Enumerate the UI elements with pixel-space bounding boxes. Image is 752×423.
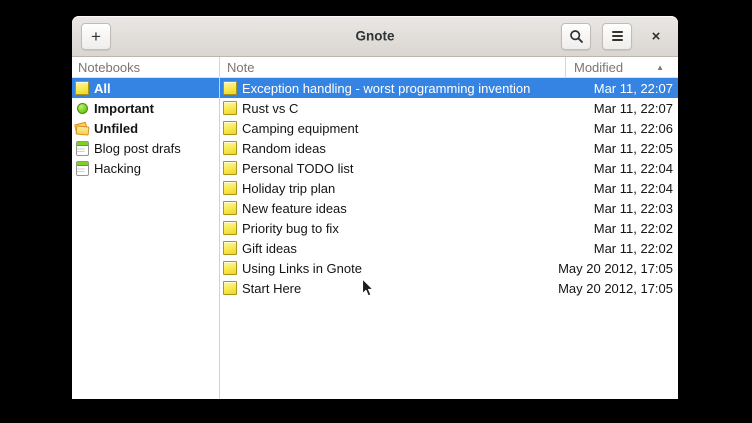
note-icon xyxy=(223,121,237,135)
notebook-label: Hacking xyxy=(94,161,141,176)
note-title: Exception handling - worst programming i… xyxy=(242,81,530,96)
notebook-row[interactable]: Hacking xyxy=(72,158,219,178)
notebook-label: All xyxy=(94,81,111,96)
note-icon xyxy=(223,241,237,255)
desktop: { "titlebar": { "title": "Gnote", "new_n… xyxy=(0,0,752,423)
notebook-label: Important xyxy=(94,101,154,116)
note-title: Using Links in Gnote xyxy=(242,261,362,276)
column-header-modified[interactable]: Modified ▲ xyxy=(565,57,678,77)
close-button[interactable]: × xyxy=(643,23,669,49)
note-title: New feature ideas xyxy=(242,201,347,216)
note-title: Rust vs C xyxy=(242,101,298,116)
plus-icon: + xyxy=(91,28,101,45)
note-title: Gift ideas xyxy=(242,241,297,256)
hamburger-menu-icon xyxy=(612,31,623,41)
note-title: Camping equipment xyxy=(242,121,358,136)
note-icon xyxy=(223,81,237,95)
note-title: Holiday trip plan xyxy=(242,181,335,196)
note-row[interactable]: New feature ideas Mar 11, 22:03 xyxy=(220,198,678,218)
note-row[interactable]: Personal TODO list Mar 11, 22:04 xyxy=(220,158,678,178)
important-dot-icon xyxy=(75,101,89,115)
note-icon xyxy=(75,81,89,95)
note-icon xyxy=(223,101,237,115)
note-header-label: Note xyxy=(227,60,254,75)
notebook-label: Unfiled xyxy=(94,121,138,136)
sort-ascending-icon: ▲ xyxy=(656,63,664,72)
note-title: Start Here xyxy=(242,281,301,296)
note-modified-date: Mar 11, 22:03 xyxy=(594,201,678,216)
window-title: Gnote xyxy=(356,29,395,44)
notepad-icon xyxy=(75,161,89,175)
note-icon xyxy=(223,261,237,275)
note-modified-date: Mar 11, 22:02 xyxy=(594,241,678,256)
note-row[interactable]: Using Links in Gnote May 20 2012, 17:05 xyxy=(220,258,678,278)
note-modified-date: May 20 2012, 17:05 xyxy=(558,281,678,296)
notes-list: Exception handling - worst programming i… xyxy=(220,78,678,399)
search-button[interactable] xyxy=(561,23,591,50)
titlebar[interactable]: + Gnote × xyxy=(72,16,678,57)
note-row[interactable]: Priority bug to fix Mar 11, 22:02 xyxy=(220,218,678,238)
close-icon: × xyxy=(652,28,661,45)
note-row[interactable]: Start Here May 20 2012, 17:05 xyxy=(220,278,678,298)
notebooks-header-label: Notebooks xyxy=(78,60,140,75)
note-title: Personal TODO list xyxy=(242,161,354,176)
unfiled-notes-icon xyxy=(75,121,89,135)
column-header-row: Notebooks Note Modified ▲ xyxy=(72,57,678,78)
note-modified-date: Mar 11, 22:05 xyxy=(594,141,678,156)
note-row[interactable]: Rust vs C Mar 11, 22:07 xyxy=(220,98,678,118)
note-icon xyxy=(223,221,237,235)
note-modified-date: Mar 11, 22:07 xyxy=(594,101,678,116)
note-modified-date: Mar 11, 22:02 xyxy=(594,221,678,236)
note-icon xyxy=(223,281,237,295)
notebook-label: Blog post drafs xyxy=(94,141,181,156)
note-row[interactable]: Exception handling - worst programming i… xyxy=(220,78,678,98)
note-icon xyxy=(223,161,237,175)
note-row[interactable]: Gift ideas Mar 11, 22:02 xyxy=(220,238,678,258)
new-note-button[interactable]: + xyxy=(81,23,111,50)
notebook-row[interactable]: Unfiled xyxy=(72,118,219,138)
note-modified-date: Mar 11, 22:04 xyxy=(594,181,678,196)
notebook-row[interactable]: All xyxy=(72,78,219,98)
note-title: Priority bug to fix xyxy=(242,221,339,236)
note-modified-date: May 20 2012, 17:05 xyxy=(558,261,678,276)
modified-header-label: Modified xyxy=(574,60,623,75)
note-icon xyxy=(223,141,237,155)
notebook-row[interactable]: Blog post drafs xyxy=(72,138,219,158)
note-modified-date: Mar 11, 22:06 xyxy=(594,121,678,136)
menu-button[interactable] xyxy=(602,23,632,50)
titlebar-right-controls: × xyxy=(561,23,669,50)
search-icon xyxy=(569,29,584,44)
note-row[interactable]: Holiday trip plan Mar 11, 22:04 xyxy=(220,178,678,198)
content-panes: All Important Unfiled Blog post drafs Ha… xyxy=(72,78,678,399)
column-header-notebooks[interactable]: Notebooks xyxy=(72,57,220,77)
note-row[interactable]: Camping equipment Mar 11, 22:06 xyxy=(220,118,678,138)
note-modified-date: Mar 11, 22:07 xyxy=(594,81,678,96)
note-title: Random ideas xyxy=(242,141,326,156)
note-row[interactable]: Random ideas Mar 11, 22:05 xyxy=(220,138,678,158)
notepad-icon xyxy=(75,141,89,155)
note-icon xyxy=(223,181,237,195)
notebooks-list: All Important Unfiled Blog post drafs Ha… xyxy=(72,78,220,399)
note-icon xyxy=(223,201,237,215)
gnote-window: + Gnote × Notebooks Note Modi xyxy=(72,16,678,399)
note-modified-date: Mar 11, 22:04 xyxy=(594,161,678,176)
notebook-row[interactable]: Important xyxy=(72,98,219,118)
column-header-note[interactable]: Note xyxy=(220,57,565,77)
